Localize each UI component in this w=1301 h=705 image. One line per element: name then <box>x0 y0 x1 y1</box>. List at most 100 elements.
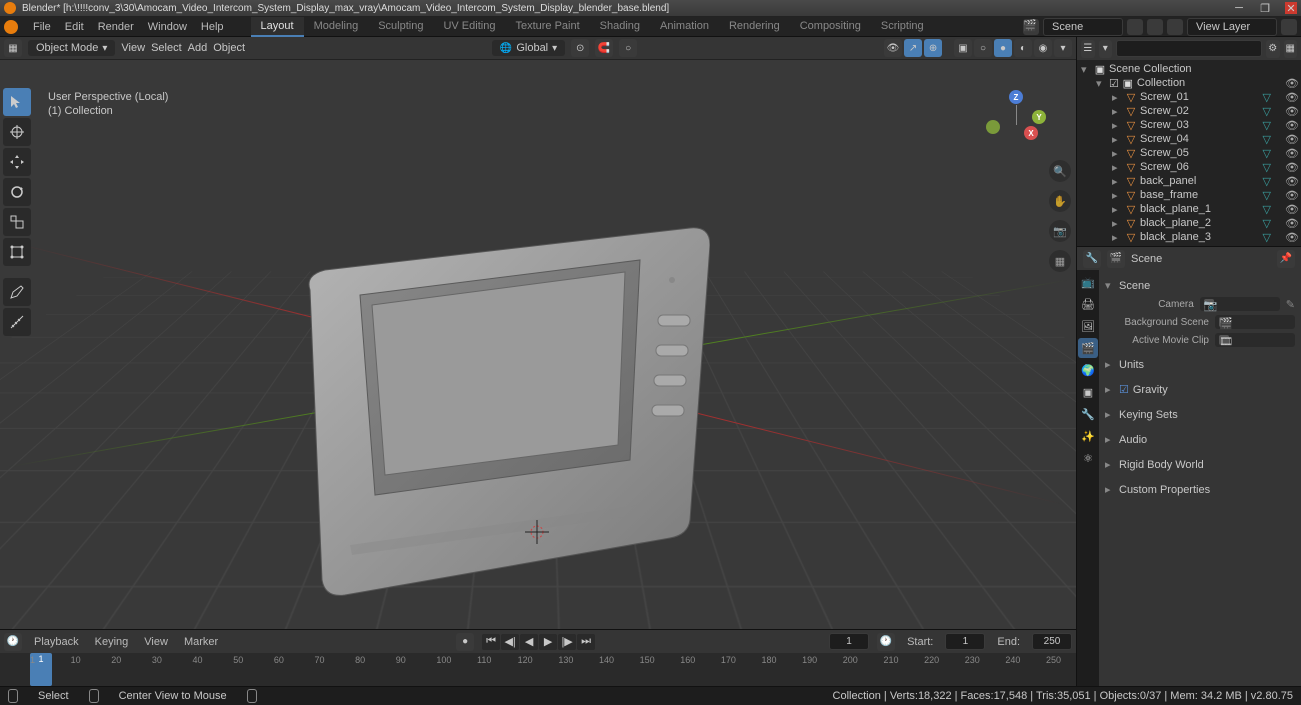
proportional-icon[interactable]: ○ <box>619 39 637 57</box>
outliner-editor-icon[interactable]: ☰ <box>1081 40 1095 58</box>
start-frame[interactable]: 1 <box>945 633 985 650</box>
ptab-modifier[interactable]: 🔧 <box>1078 404 1098 424</box>
tool-select[interactable] <box>3 88 31 116</box>
snap-icon[interactable]: 🧲 <box>595 39 613 57</box>
tree-item[interactable]: ▸▽black_plane_1▽👁 <box>1077 202 1301 216</box>
3d-viewport[interactable]: User Perspective (Local) (1) Collection … <box>0 60 1076 629</box>
camera-icon[interactable]: 📷 <box>1049 220 1071 242</box>
tree-item[interactable]: ▸▽Screw_01▽👁 <box>1077 90 1301 104</box>
vp-menu-select[interactable]: Select <box>151 42 182 54</box>
tree-item[interactable]: ▸▽black_plane_2▽👁 <box>1077 216 1301 230</box>
frame-lock-icon[interactable]: 🕐 <box>877 633 895 651</box>
ptab-scene[interactable]: 🎬 <box>1078 338 1098 358</box>
close-button[interactable]: ✕ <box>1285 2 1297 14</box>
tab-animation[interactable]: Animation <box>650 17 719 37</box>
scene-new-icon[interactable] <box>1127 19 1143 35</box>
wireframe-icon[interactable]: ○ <box>974 39 992 57</box>
ptab-object[interactable]: ▣ <box>1078 382 1098 402</box>
tree-item[interactable]: ▸▽Screw_05▽👁 <box>1077 146 1301 160</box>
jump-end-icon[interactable]: ⏭ <box>577 634 595 650</box>
bgscene-field[interactable]: 🎬 <box>1215 315 1295 329</box>
menu-file[interactable]: File <box>26 21 58 33</box>
nav-gizmo[interactable]: Z Y X <box>986 90 1046 150</box>
tree-item[interactable]: ▸▽black_plane_4▽👁 <box>1077 244 1301 246</box>
tab-layout[interactable]: Layout <box>251 17 304 37</box>
outliner-mode-icon[interactable]: ▾ <box>1099 40 1113 58</box>
tree-item[interactable]: ▸▽Screw_06▽👁 <box>1077 160 1301 174</box>
tl-playback[interactable]: Playback <box>30 636 83 648</box>
end-frame[interactable]: 250 <box>1032 633 1072 650</box>
minimize-button[interactable]: ─ <box>1233 2 1245 14</box>
tool-measure[interactable] <box>3 308 31 336</box>
tool-rotate[interactable] <box>3 178 31 206</box>
vp-menu-object[interactable]: Object <box>213 42 245 54</box>
props-pin-icon[interactable]: 📌 <box>1277 250 1295 268</box>
play-icon[interactable]: ▶ <box>539 634 557 650</box>
key-prev-icon[interactable]: ◀| <box>501 634 519 650</box>
pan-icon[interactable]: ✋ <box>1049 190 1071 212</box>
viewlayer-icon[interactable] <box>1167 19 1183 35</box>
vp-menu-view[interactable]: View <box>121 42 145 54</box>
ptab-output[interactable]: 🖨 <box>1078 294 1098 314</box>
solid-shading-icon[interactable]: ● <box>994 39 1012 57</box>
gizmo-neg-y[interactable] <box>986 120 1000 134</box>
tab-shading[interactable]: Shading <box>590 17 650 37</box>
shading-dd-icon[interactable]: ▾ <box>1054 39 1072 57</box>
rendered-icon[interactable]: ◉ <box>1034 39 1052 57</box>
vp-menu-add[interactable]: Add <box>188 42 208 54</box>
tl-view[interactable]: View <box>140 636 172 648</box>
viewlayer-new-icon[interactable] <box>1281 19 1297 35</box>
tree-item[interactable]: ▸▽Screw_02▽👁 <box>1077 104 1301 118</box>
timeline-editor-icon[interactable]: 🕐 <box>4 633 22 651</box>
tab-texturepaint[interactable]: Texture Paint <box>505 17 589 37</box>
section-customprops[interactable]: Custom Properties <box>1119 484 1210 496</box>
tab-uvediting[interactable]: UV Editing <box>433 17 505 37</box>
mode-dropdown[interactable]: Object Mode ▾ <box>28 40 115 56</box>
tab-scripting[interactable]: Scripting <box>871 17 934 37</box>
scene-icon[interactable]: 🎬 <box>1023 19 1039 35</box>
ptab-viewlayer[interactable]: 🖼 <box>1078 316 1098 336</box>
tool-transform[interactable] <box>3 238 31 266</box>
gizmo-z[interactable]: Z <box>1009 90 1023 104</box>
editor-type-icon[interactable]: ▦ <box>4 39 22 57</box>
tree-item[interactable]: ▸▽Screw_03▽👁 <box>1077 118 1301 132</box>
gizmo-x[interactable]: X <box>1024 126 1038 140</box>
tab-rendering[interactable]: Rendering <box>719 17 790 37</box>
tree-item[interactable]: ▸▽base_frame▽👁 <box>1077 188 1301 202</box>
tl-marker[interactable]: Marker <box>180 636 222 648</box>
maximize-button[interactable]: ❐ <box>1259 2 1271 14</box>
tree-item[interactable]: ▸▽black_plane_3▽👁 <box>1077 230 1301 244</box>
outliner-search[interactable] <box>1116 40 1262 57</box>
movieclip-field[interactable]: 🎞 <box>1215 333 1295 347</box>
orientation-dropdown[interactable]: 🌐 Global ▾ <box>492 40 565 56</box>
ptab-render[interactable]: 📺 <box>1078 272 1098 292</box>
outliner-new-coll-icon[interactable]: ▦ <box>1284 40 1298 58</box>
ptab-physics[interactable]: ⚛ <box>1078 448 1098 468</box>
gizmo-y[interactable]: Y <box>1032 110 1046 124</box>
props-editor-icon[interactable]: 🔧 <box>1083 250 1101 268</box>
play-rev-icon[interactable]: ◀ <box>520 634 538 650</box>
camera-field[interactable]: 📷 <box>1200 297 1280 311</box>
jump-start-icon[interactable]: ⏮ <box>482 634 500 650</box>
tree-item[interactable]: ▸▽Screw_04▽👁 <box>1077 132 1301 146</box>
outliner-tree[interactable]: ▾▣Scene Collection ▾☑▣Collection👁 ▸▽Scre… <box>1077 60 1301 246</box>
tab-compositing[interactable]: Compositing <box>790 17 871 37</box>
autokey-icon[interactable]: ● <box>456 633 474 651</box>
tree-root[interactable]: Scene Collection <box>1109 63 1297 75</box>
section-keying[interactable]: Keying Sets <box>1119 409 1178 421</box>
key-next-icon[interactable]: |▶ <box>558 634 576 650</box>
tl-keying[interactable]: Keying <box>91 636 133 648</box>
ptab-particle[interactable]: ✨ <box>1078 426 1098 446</box>
viewlayer-field[interactable]: View Layer <box>1187 18 1277 36</box>
section-units[interactable]: Units <box>1119 359 1144 371</box>
timeline-ruler[interactable]: 1 11020304050607080901001101201301401501… <box>0 653 1076 686</box>
section-audio[interactable]: Audio <box>1119 434 1147 446</box>
tree-collection[interactable]: Collection <box>1137 77 1282 89</box>
scene-del-icon[interactable] <box>1147 19 1163 35</box>
outliner-filter-icon[interactable]: ⚙ <box>1266 40 1280 58</box>
section-gravity[interactable]: Gravity <box>1133 384 1168 396</box>
tool-annotate[interactable] <box>3 278 31 306</box>
tool-cursor[interactable] <box>3 118 31 146</box>
menu-edit[interactable]: Edit <box>58 21 91 33</box>
tool-move[interactable] <box>3 148 31 176</box>
